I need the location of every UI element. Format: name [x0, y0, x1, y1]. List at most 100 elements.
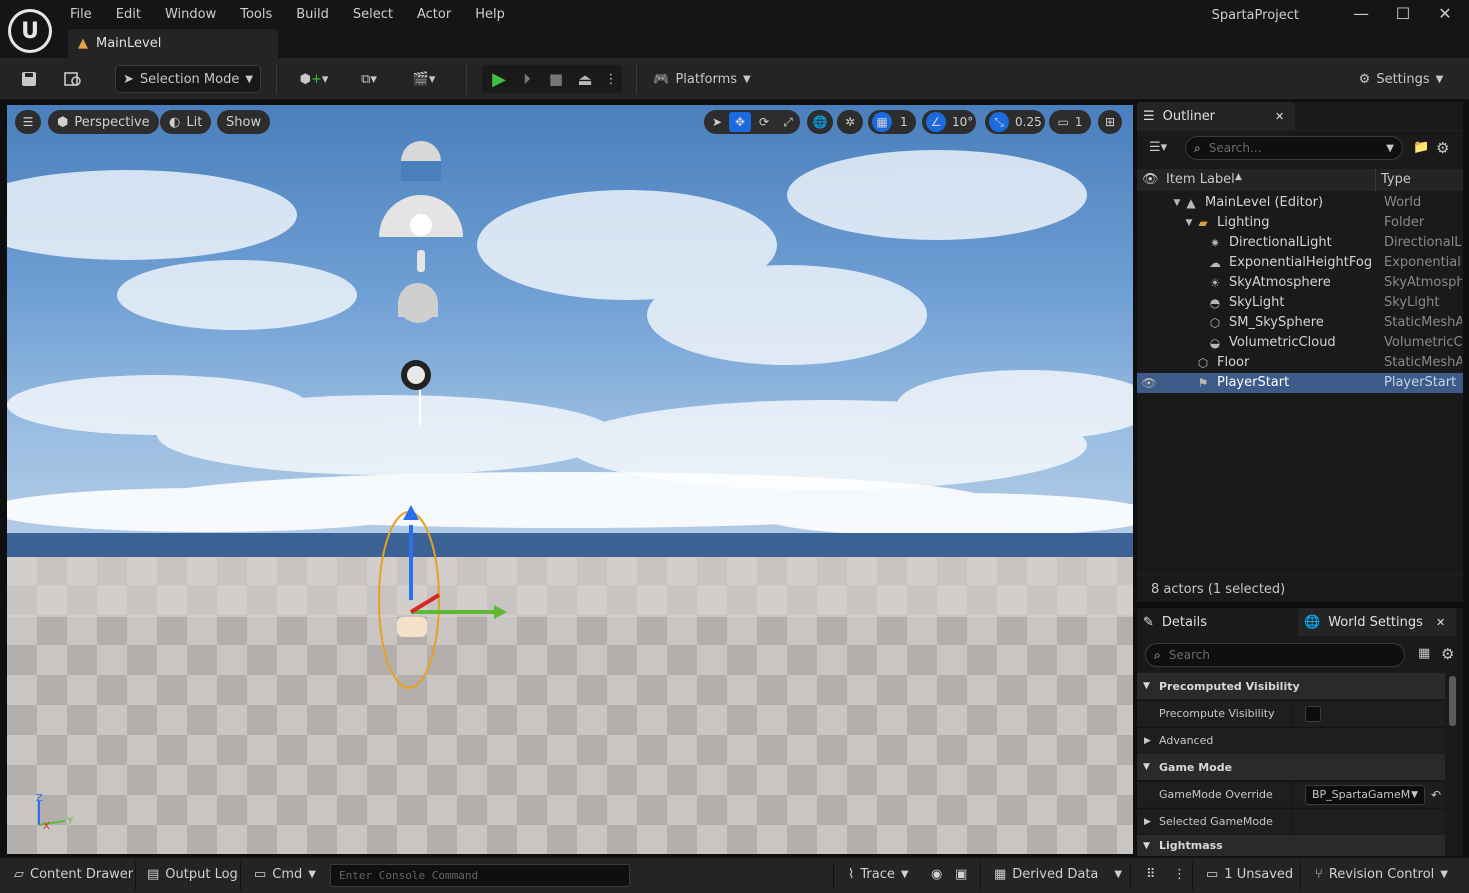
world-settings-tab[interactable]: 🌐 World Settings ✕: [1298, 608, 1456, 636]
show-button[interactable]: Show: [217, 110, 271, 134]
outliner-row-skyatmosphere[interactable]: ☀ SkyAtmosphere SkyAtmosphe: [1137, 273, 1463, 293]
more-options-icon[interactable]: ⋮: [603, 65, 619, 93]
menu-window[interactable]: Window: [153, 6, 228, 23]
reset-to-default-icon[interactable]: ↶: [1431, 788, 1441, 802]
rotate-tool-icon[interactable]: ⟳: [753, 110, 775, 134]
unreal-logo-icon[interactable]: U: [8, 9, 52, 53]
outliner-row-sm-skysphere[interactable]: ⬡ SM_SkySphere StaticMeshAc: [1137, 313, 1463, 333]
browse-icon[interactable]: [60, 65, 86, 93]
details-scrollbar[interactable]: [1449, 676, 1456, 726]
row-type: World: [1384, 195, 1422, 210]
outliner-row-skylight[interactable]: ◓ SkyLight SkyLight: [1137, 293, 1463, 313]
play-icon[interactable]: ▶: [486, 65, 512, 93]
content-drawer-button[interactable]: ▱ Content Drawer: [14, 867, 133, 882]
step-icon[interactable]: ⏵: [514, 65, 540, 93]
camera-speed-button[interactable]: ▭ 1: [1049, 110, 1091, 134]
viewport-layout-icon[interactable]: ⊞: [1098, 110, 1122, 134]
output-log-button[interactable]: ▤ Output Log: [147, 867, 238, 882]
precompute-visibility-checkbox[interactable]: [1305, 706, 1321, 722]
section-label: Lightmass: [1159, 839, 1223, 852]
record-icon[interactable]: ◉: [931, 867, 942, 882]
level-tab[interactable]: ▲ MainLevel: [68, 29, 278, 58]
section-selected-gamemode[interactable]: ▶ Selected GameMode: [1137, 808, 1445, 835]
details-search-input[interactable]: ⌕ Search: [1145, 643, 1405, 667]
section-lightmass[interactable]: ▼ Lightmass: [1137, 835, 1445, 856]
outliner-row-floor[interactable]: ⬡ Floor StaticMeshAc: [1137, 353, 1463, 373]
outliner-row-mainlevel[interactable]: ▼ ▲ MainLevel (Editor) World: [1137, 193, 1463, 213]
surface-snap-icon[interactable]: ✲: [837, 110, 863, 134]
outliner-row-directionallight[interactable]: ✷ DirectionalLight DirectionalLig: [1137, 233, 1463, 253]
table-view-icon[interactable]: ▦: [1418, 646, 1430, 661]
lit-button[interactable]: ◐ Lit: [160, 110, 212, 134]
rotation-snap-toggle[interactable]: ∠ 10°: [922, 110, 976, 134]
details-panel: ✎ Details 🌐 World Settings ✕ ⌕ Search ▦ …: [1137, 608, 1463, 856]
chevron-down-icon: ▼: [308, 869, 316, 880]
source-control-icon[interactable]: ⠿: [1146, 867, 1156, 882]
save-icon[interactable]: [16, 65, 42, 93]
minimize-icon[interactable]: —: [1347, 4, 1375, 26]
menu-help[interactable]: Help: [463, 6, 517, 23]
close-icon[interactable]: ✕: [1436, 616, 1445, 629]
cinematics-button[interactable]: 🎬▾: [405, 65, 443, 93]
menu-file[interactable]: File: [58, 6, 104, 23]
outliner-tab[interactable]: ☰ Outliner ✕: [1137, 102, 1295, 130]
scale-tool-icon[interactable]: ⤢: [777, 110, 799, 134]
selection-mode-dropdown[interactable]: ➤ Selection Mode ▼: [115, 65, 261, 93]
console-command-input[interactable]: Enter Console Command: [330, 864, 630, 887]
outliner-row-playerstart[interactable]: 👁 ⚑ PlayerStart PlayerStart: [1137, 373, 1463, 393]
section-label: Game Mode: [1159, 760, 1233, 774]
outliner-row-exponentialheightfog[interactable]: ☁ ExponentialHeightFog ExponentialHe: [1137, 253, 1463, 273]
level-viewport[interactable]: Z X Y ☰ ⬢ Perspective ◐ Lit Show ➤ ✥ ⟳ ⤢…: [7, 105, 1133, 854]
eject-icon[interactable]: ⏏: [572, 65, 598, 93]
platforms-dropdown[interactable]: 🎮 Platforms ▼: [652, 65, 752, 93]
close-icon[interactable]: ✕: [1275, 110, 1284, 123]
unsaved-button[interactable]: ▭ 1 Unsaved: [1206, 867, 1293, 882]
select-tool-icon[interactable]: ➤: [706, 110, 728, 134]
directional-light-icon: ✷: [1209, 236, 1221, 250]
outliner-search-input[interactable]: ⌕ Search... ▼: [1185, 136, 1403, 160]
outliner-row-volumetriccloud[interactable]: ◒ VolumetricCloud VolumetricClc: [1137, 333, 1463, 353]
filter-icon[interactable]: ☰▾: [1149, 140, 1167, 155]
gamemode-override-dropdown[interactable]: BP_SpartaGameM ▼: [1305, 785, 1425, 805]
gear-icon[interactable]: ⚙: [1441, 645, 1454, 663]
settings-dropdown[interactable]: ⚙ Settings ▼: [1356, 65, 1446, 93]
chevron-down-icon: ▼: [1440, 869, 1448, 880]
details-tab[interactable]: ✎ Details: [1137, 608, 1295, 636]
add-actor-button[interactable]: ⬢+▾: [295, 65, 333, 93]
column-type[interactable]: Type: [1381, 172, 1411, 187]
scale-snap-toggle[interactable]: ⤡ 0.25: [985, 110, 1045, 134]
translate-tool-icon[interactable]: ✥: [729, 112, 751, 132]
stop-icon[interactable]: ■: [543, 65, 569, 93]
section-precomputed-visibility[interactable]: ▼ Precomputed Visibility: [1137, 673, 1445, 699]
derived-data-dropdown[interactable]: ▦ Derived Data ▼: [994, 867, 1122, 882]
section-advanced[interactable]: ▶ Advanced: [1137, 727, 1445, 753]
static-mesh-icon: ⬡: [1197, 356, 1209, 370]
maximize-icon[interactable]: ☐: [1389, 4, 1417, 26]
perspective-button[interactable]: ⬢ Perspective: [48, 110, 159, 134]
menu-edit[interactable]: Edit: [104, 6, 153, 23]
row-type: Folder: [1384, 215, 1425, 230]
column-item-label[interactable]: Item Label: [1166, 172, 1235, 187]
revision-control-dropdown[interactable]: ⑂ Revision Control ▼: [1315, 867, 1448, 882]
grid-snap-toggle[interactable]: ▦ 1: [868, 110, 916, 134]
cmd-dropdown[interactable]: ▭ Cmd ▼: [254, 867, 316, 882]
screenshot-icon[interactable]: ▣: [955, 867, 967, 882]
gear-icon[interactable]: ⚙: [1436, 139, 1449, 157]
blueprint-button[interactable]: ⧉▾: [350, 65, 388, 93]
world-local-icon[interactable]: 🌐: [807, 110, 833, 134]
add-folder-icon[interactable]: 📁: [1413, 140, 1429, 155]
section-game-mode[interactable]: ▼ Game Mode: [1137, 754, 1445, 780]
eye-icon[interactable]: 👁: [1141, 375, 1157, 391]
menu-select[interactable]: Select: [341, 6, 405, 23]
eye-icon[interactable]: 👁: [1142, 172, 1159, 187]
menu-tools[interactable]: Tools: [228, 6, 284, 23]
close-icon[interactable]: ✕: [1431, 4, 1459, 26]
viewport-menu-icon[interactable]: ☰: [15, 110, 41, 134]
outliner-row-lighting[interactable]: ▼ ▰ Lighting Folder: [1137, 213, 1463, 233]
menu-build[interactable]: Build: [284, 6, 341, 23]
menu-actor[interactable]: Actor: [405, 6, 463, 23]
gear-icon: ⚙: [1358, 71, 1371, 87]
trace-dropdown[interactable]: ⌇ Trace ▼: [848, 867, 909, 882]
more-options-icon[interactable]: ⋮: [1173, 867, 1186, 882]
row-type: SkyLight: [1384, 295, 1440, 310]
